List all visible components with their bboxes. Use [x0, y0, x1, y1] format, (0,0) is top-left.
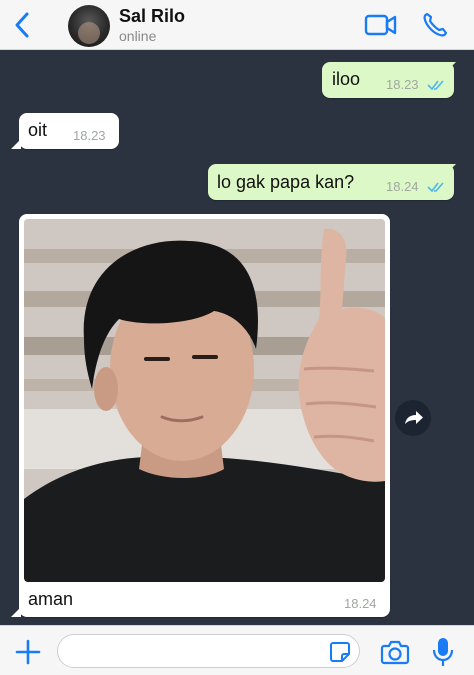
bubble-tail [11, 139, 21, 149]
double-check-icon [427, 182, 444, 193]
contact-status: online [119, 28, 157, 44]
photo-caption: aman [28, 589, 74, 609]
back-button[interactable] [8, 8, 38, 42]
contact-name[interactable]: Sal Rilo [119, 6, 185, 27]
forward-arrow-icon [405, 411, 423, 424]
bubble-tail [446, 62, 456, 72]
plus-icon [15, 639, 41, 665]
microphone-icon [432, 638, 454, 666]
message-input-bar [0, 625, 474, 675]
contact-avatar[interactable] [68, 5, 110, 47]
shared-photo[interactable] [24, 219, 385, 582]
photo-image [24, 219, 385, 582]
double-check-icon [427, 80, 444, 91]
sticker-icon [330, 642, 350, 662]
camera-button[interactable] [380, 638, 410, 666]
message-text: oit [28, 120, 48, 140]
message-time: 18.24 [344, 596, 377, 611]
forward-button[interactable] [395, 400, 431, 436]
bubble-tail [11, 607, 21, 617]
message-time: 18.23 [73, 128, 106, 143]
message-bubble-incoming[interactable]: oit 18.23 [11, 113, 119, 149]
sticker-button[interactable] [328, 640, 352, 664]
message-text: lo gak papa kan? [217, 172, 355, 192]
message-time: 18.23 [386, 77, 419, 92]
bubble-tail [446, 164, 456, 174]
voice-call-button[interactable] [420, 10, 450, 40]
phone-icon [423, 12, 448, 37]
message-bubble-outgoing[interactable]: lo gak papa kan? 18.24 [208, 164, 456, 200]
message-input[interactable] [57, 634, 360, 668]
chat-header: Sal Rilo online [0, 0, 474, 50]
message-text: iloo [332, 69, 361, 89]
back-chevron-icon [15, 12, 29, 38]
video-call-icon [364, 14, 397, 36]
camera-icon [380, 640, 410, 665]
message-bubble-outgoing[interactable]: iloo 18.23 [322, 62, 456, 98]
photo-message-bubble[interactable]: aman 18.24 [11, 214, 390, 617]
video-call-button[interactable] [364, 12, 398, 38]
microphone-button[interactable] [432, 636, 454, 668]
attach-button[interactable] [14, 638, 42, 666]
message-time: 18.24 [386, 179, 419, 194]
